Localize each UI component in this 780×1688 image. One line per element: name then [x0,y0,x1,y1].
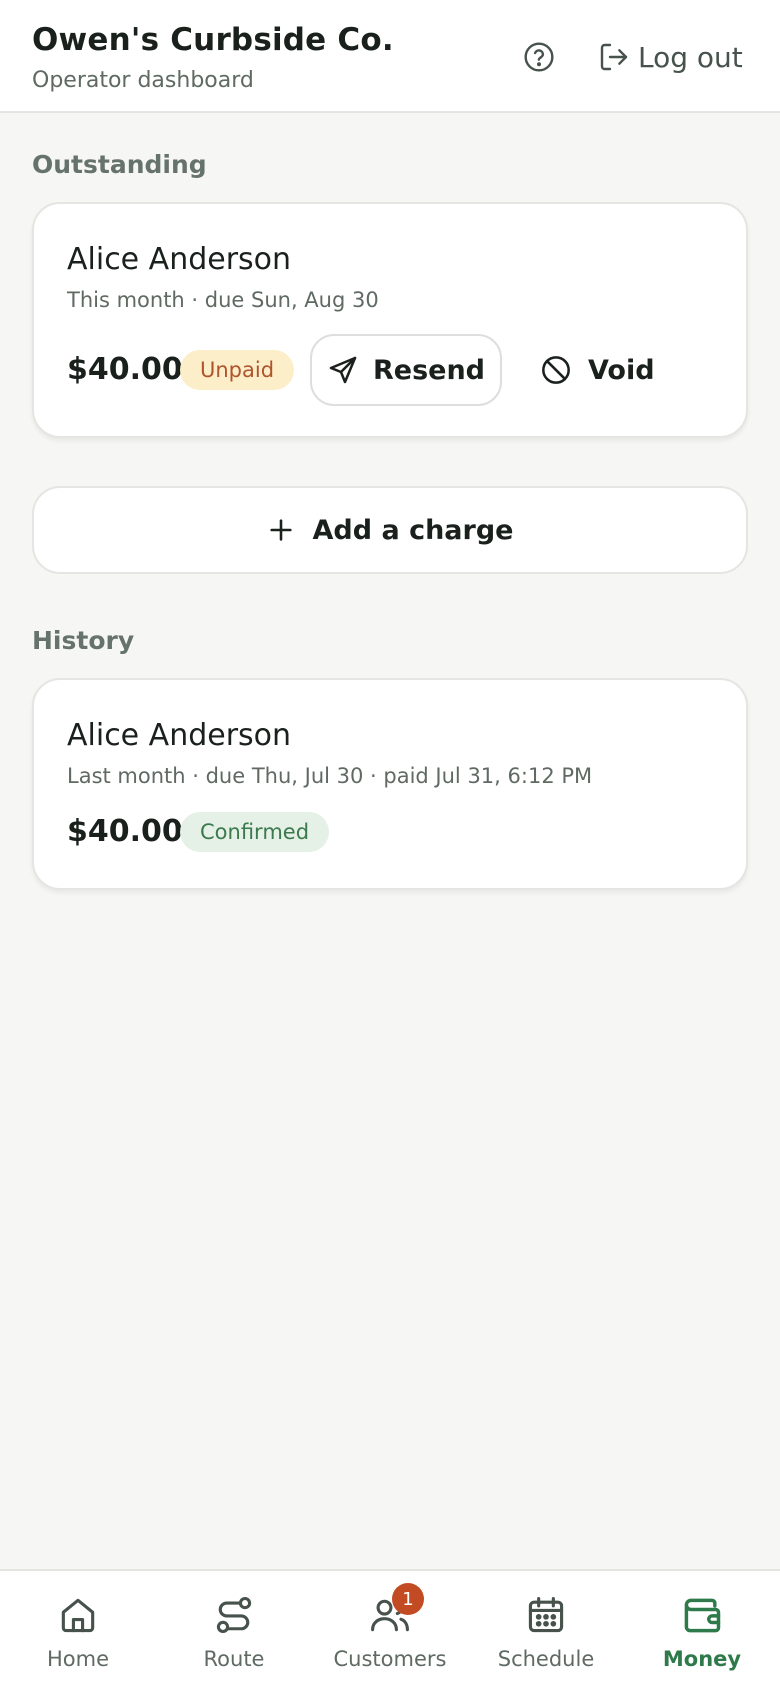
nav-money-label: Money [662,1647,742,1671]
nav-home[interactable]: Home [0,1571,156,1688]
charge-meta: This month · due Sun, Aug 30 [67,288,379,312]
history-heading: History [32,626,135,655]
history-amount: $40.00 [67,814,183,849]
nav-home-label: Home [46,1647,109,1671]
resend-label: Resend [372,354,486,386]
app-header: Owen's Curbside Co. Operator dashboard L… [0,0,780,113]
nav-customers-label: Customers [333,1647,447,1671]
dashboard-subtitle: Operator dashboard [32,68,254,93]
plus-icon [269,519,292,541]
charge-customer-name: Alice Anderson [67,242,292,277]
ban-icon [542,356,570,384]
customers-count-badge: 1 [392,1583,424,1615]
nav-money[interactable]: Money [624,1571,780,1688]
history-customer-name: Alice Anderson [67,718,292,753]
outstanding-charge-card: Alice Anderson This month · due Sun, Aug… [32,202,748,438]
add-charge-label: Add a charge [312,514,514,546]
nav-customers[interactable]: 1 Customers [312,1571,468,1688]
resend-button[interactable]: Resend [310,334,502,406]
calendar-icon [528,1596,564,1633]
nav-schedule[interactable]: Schedule [468,1571,624,1688]
route-icon [216,1596,252,1634]
outstanding-heading: Outstanding [32,150,207,179]
logout-label: Log out [638,40,743,74]
logout-button[interactable]: Log out [598,36,743,78]
void-button[interactable]: Void [540,334,655,406]
home-icon [61,1598,95,1633]
void-label: Void [588,354,655,386]
help-icon [524,42,554,72]
bottom-nav: Home Route 1 Customers Schedule Money [0,1569,780,1688]
wallet-icon [684,1598,721,1633]
business-name: Owen's Curbside Co. [32,22,394,58]
nav-schedule-label: Schedule [497,1647,595,1671]
send-icon [329,356,357,384]
help-button[interactable] [520,38,558,76]
status-badge: Unpaid [180,350,295,390]
logout-icon [600,43,628,71]
add-charge-button[interactable]: Add a charge [32,486,748,574]
charge-amount: $40.00 [67,352,183,387]
status-badge: Confirmed [180,812,330,852]
history-charge-card: Alice Anderson Last month · due Thu, Jul… [32,678,748,890]
nav-route-label: Route [203,1647,265,1671]
nav-route[interactable]: Route [156,1571,312,1688]
history-meta: Last month · due Thu, Jul 30 · paid Jul … [67,764,593,788]
